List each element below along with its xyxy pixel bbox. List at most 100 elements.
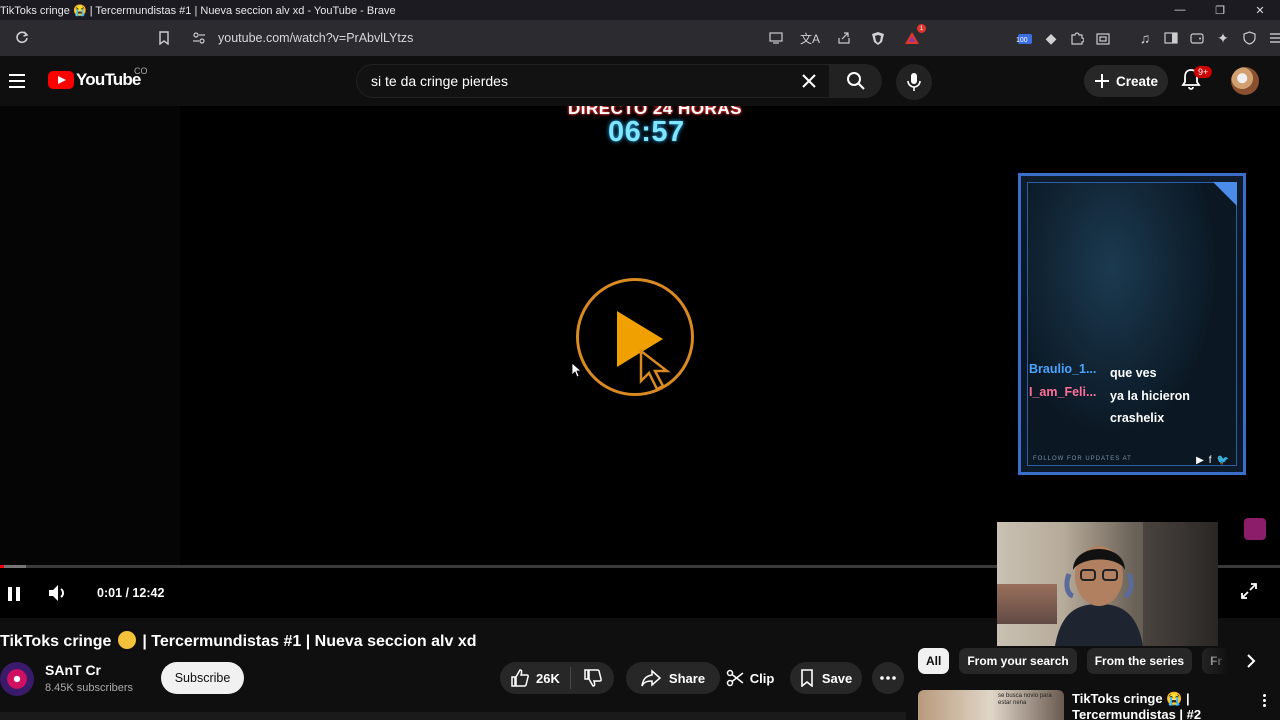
address-bar-actions: 文A 1 <box>762 24 926 52</box>
youtube-logo[interactable]: YouTube CO <box>48 66 148 90</box>
webcam-overlay <box>997 522 1218 646</box>
recommended-video-thumbnail[interactable]: se busca novio para estar nena <box>918 690 1064 720</box>
chat-message: I_am_Feli... ya la hicieron crashelix <box>1029 385 1190 425</box>
save-button[interactable]: Save <box>790 662 862 694</box>
search-icon <box>847 72 865 90</box>
recommended-video-title[interactable]: TikToks cringe 😭 | Tercermundistas | #2 <box>1072 691 1232 720</box>
share-icon <box>641 669 661 687</box>
save-label: Save <box>821 670 853 686</box>
dislike-button[interactable] <box>571 668 614 688</box>
account-avatar[interactable] <box>1231 67 1259 95</box>
media-controls-icon[interactable]: ♫ <box>1132 24 1158 52</box>
more-horizontal-icon <box>880 676 896 680</box>
sidebar-toggle-icon[interactable] <box>1158 24 1184 52</box>
thumbs-down-icon <box>583 669 602 687</box>
screen: TikToks cringe 😭 | Tercermundistas #1 | … <box>0 0 1280 720</box>
facebook-social-icon: f <box>1208 455 1212 466</box>
chip-from-the-series[interactable]: From the series <box>1086 648 1193 674</box>
maximize-button[interactable]: ❐ <box>1200 0 1240 20</box>
chat-corner-accent <box>1213 182 1237 206</box>
vpn-shield-icon[interactable] <box>1236 24 1262 52</box>
browser-menu-icon[interactable] <box>1262 24 1280 52</box>
volume-icon <box>49 585 64 601</box>
window-controls: — ❐ ✕ <box>1160 0 1280 20</box>
thumbnail-caption: se busca novio para estar nena <box>998 693 1052 706</box>
chat-message: Braulio_1... que ves <box>1029 362 1157 380</box>
clip-button[interactable]: Clip <box>720 662 780 694</box>
more-actions-button[interactable] <box>872 662 904 694</box>
related-filter-chips: All From your search From the series Fr <box>918 648 1231 674</box>
extension-icons: 100 ◆ ♫ ✦ <box>1012 24 1280 52</box>
twitter-social-icon: 🐦 <box>1216 455 1229 466</box>
translate-icon[interactable]: 文A <box>796 24 824 52</box>
guide-menu-button[interactable] <box>4 64 30 98</box>
voice-search-button[interactable] <box>896 64 932 100</box>
brave-rewards-icon[interactable]: 1 <box>898 24 926 52</box>
search-button[interactable] <box>830 64 882 98</box>
pause-button[interactable] <box>4 580 24 608</box>
cast-icon[interactable] <box>762 24 790 52</box>
minimize-button[interactable]: — <box>1160 0 1200 20</box>
search-input[interactable]: si te da cringe pierdes <box>356 64 830 98</box>
screenshot-extension-icon[interactable] <box>1090 24 1116 52</box>
recommended-more-button[interactable] <box>1258 690 1270 710</box>
site-info-icon[interactable] <box>192 31 206 50</box>
diamond-extension-icon[interactable]: ◆ <box>1038 24 1064 52</box>
mouse-cursor-icon <box>571 362 583 378</box>
clear-search-icon[interactable] <box>795 67 823 95</box>
crying-emoji-icon <box>117 631 136 649</box>
youtube-play-logo-icon <box>48 71 74 89</box>
chip-all[interactable]: All <box>918 648 950 674</box>
share-page-icon[interactable] <box>830 24 858 52</box>
thumbs-up-icon <box>511 669 529 687</box>
streamer-image <box>1055 546 1143 646</box>
overlay-play-icon <box>576 278 694 396</box>
description-box-edge <box>0 712 906 720</box>
youtube-logo-text: YouTube <box>76 70 141 89</box>
stream-overlay-clock: 06:57 <box>608 116 685 148</box>
video-left-shade <box>0 106 180 566</box>
scissors-icon <box>726 669 744 687</box>
puzzle-extensions-icon[interactable] <box>1064 24 1090 52</box>
plus-icon <box>1094 74 1109 88</box>
channel-watermark-icon[interactable] <box>1244 518 1266 540</box>
leo-ai-icon[interactable]: ✦ <box>1210 24 1236 52</box>
address-bar[interactable]: youtube.com/watch?v=PrAbvlLYtzs 文A 1 <box>184 24 934 52</box>
extension-counter-icon[interactable]: 100 <box>1012 24 1038 52</box>
bookmark-save-icon <box>801 669 813 687</box>
reload-icon[interactable] <box>8 24 36 52</box>
progress-fill <box>0 565 4 568</box>
close-window-button[interactable]: ✕ <box>1240 0 1280 20</box>
clip-label: Clip <box>749 670 775 686</box>
chevron-right-icon <box>1247 654 1256 668</box>
create-label: Create <box>1115 73 1159 89</box>
live-chat-overlay: Braulio_1... que ves I_am_Feli... ya la … <box>1018 173 1246 475</box>
chip-fade <box>1196 648 1280 674</box>
share-button[interactable]: Share <box>626 662 720 694</box>
like-count: 26K <box>536 670 560 686</box>
overlay-cursor-icon <box>639 348 671 391</box>
subscribe-button[interactable]: Subscribe <box>161 662 244 694</box>
chat-social-icons: ▶ f 🐦 <box>1196 455 1229 466</box>
channel-avatar[interactable] <box>0 662 34 696</box>
browser-toolbar: youtube.com/watch?v=PrAbvlLYtzs 文A 1 100… <box>0 20 1280 56</box>
chips-next-button[interactable] <box>1240 650 1262 672</box>
like-button[interactable]: 26K <box>500 668 570 688</box>
fullscreen-button[interactable] <box>1240 582 1260 602</box>
channel-name[interactable]: SAnT Cr <box>45 662 101 678</box>
wallet-icon[interactable] <box>1184 24 1210 52</box>
logo-country-code: CO <box>134 66 148 76</box>
url-text: youtube.com/watch?v=PrAbvlLYtzs <box>218 31 414 45</box>
chip-from-your-search[interactable]: From your search <box>959 648 1077 674</box>
chat-text: ya la hicieron crashelix <box>1110 389 1190 425</box>
window-titlebar: TikToks cringe 😭 | Tercermundistas #1 | … <box>0 0 1280 20</box>
create-button[interactable]: Create <box>1084 65 1168 97</box>
bookmark-icon[interactable] <box>150 24 178 52</box>
subscriber-count: 8.45K subscribers <box>45 682 134 694</box>
brave-shields-icon[interactable] <box>864 24 892 52</box>
chat-username: Braulio_1... <box>1029 362 1097 376</box>
share-label: Share <box>668 670 706 686</box>
time-display: 0:01 / 12:42 <box>97 586 165 600</box>
volume-button[interactable] <box>46 582 70 606</box>
search-query: si te da cringe pierdes <box>371 73 508 89</box>
